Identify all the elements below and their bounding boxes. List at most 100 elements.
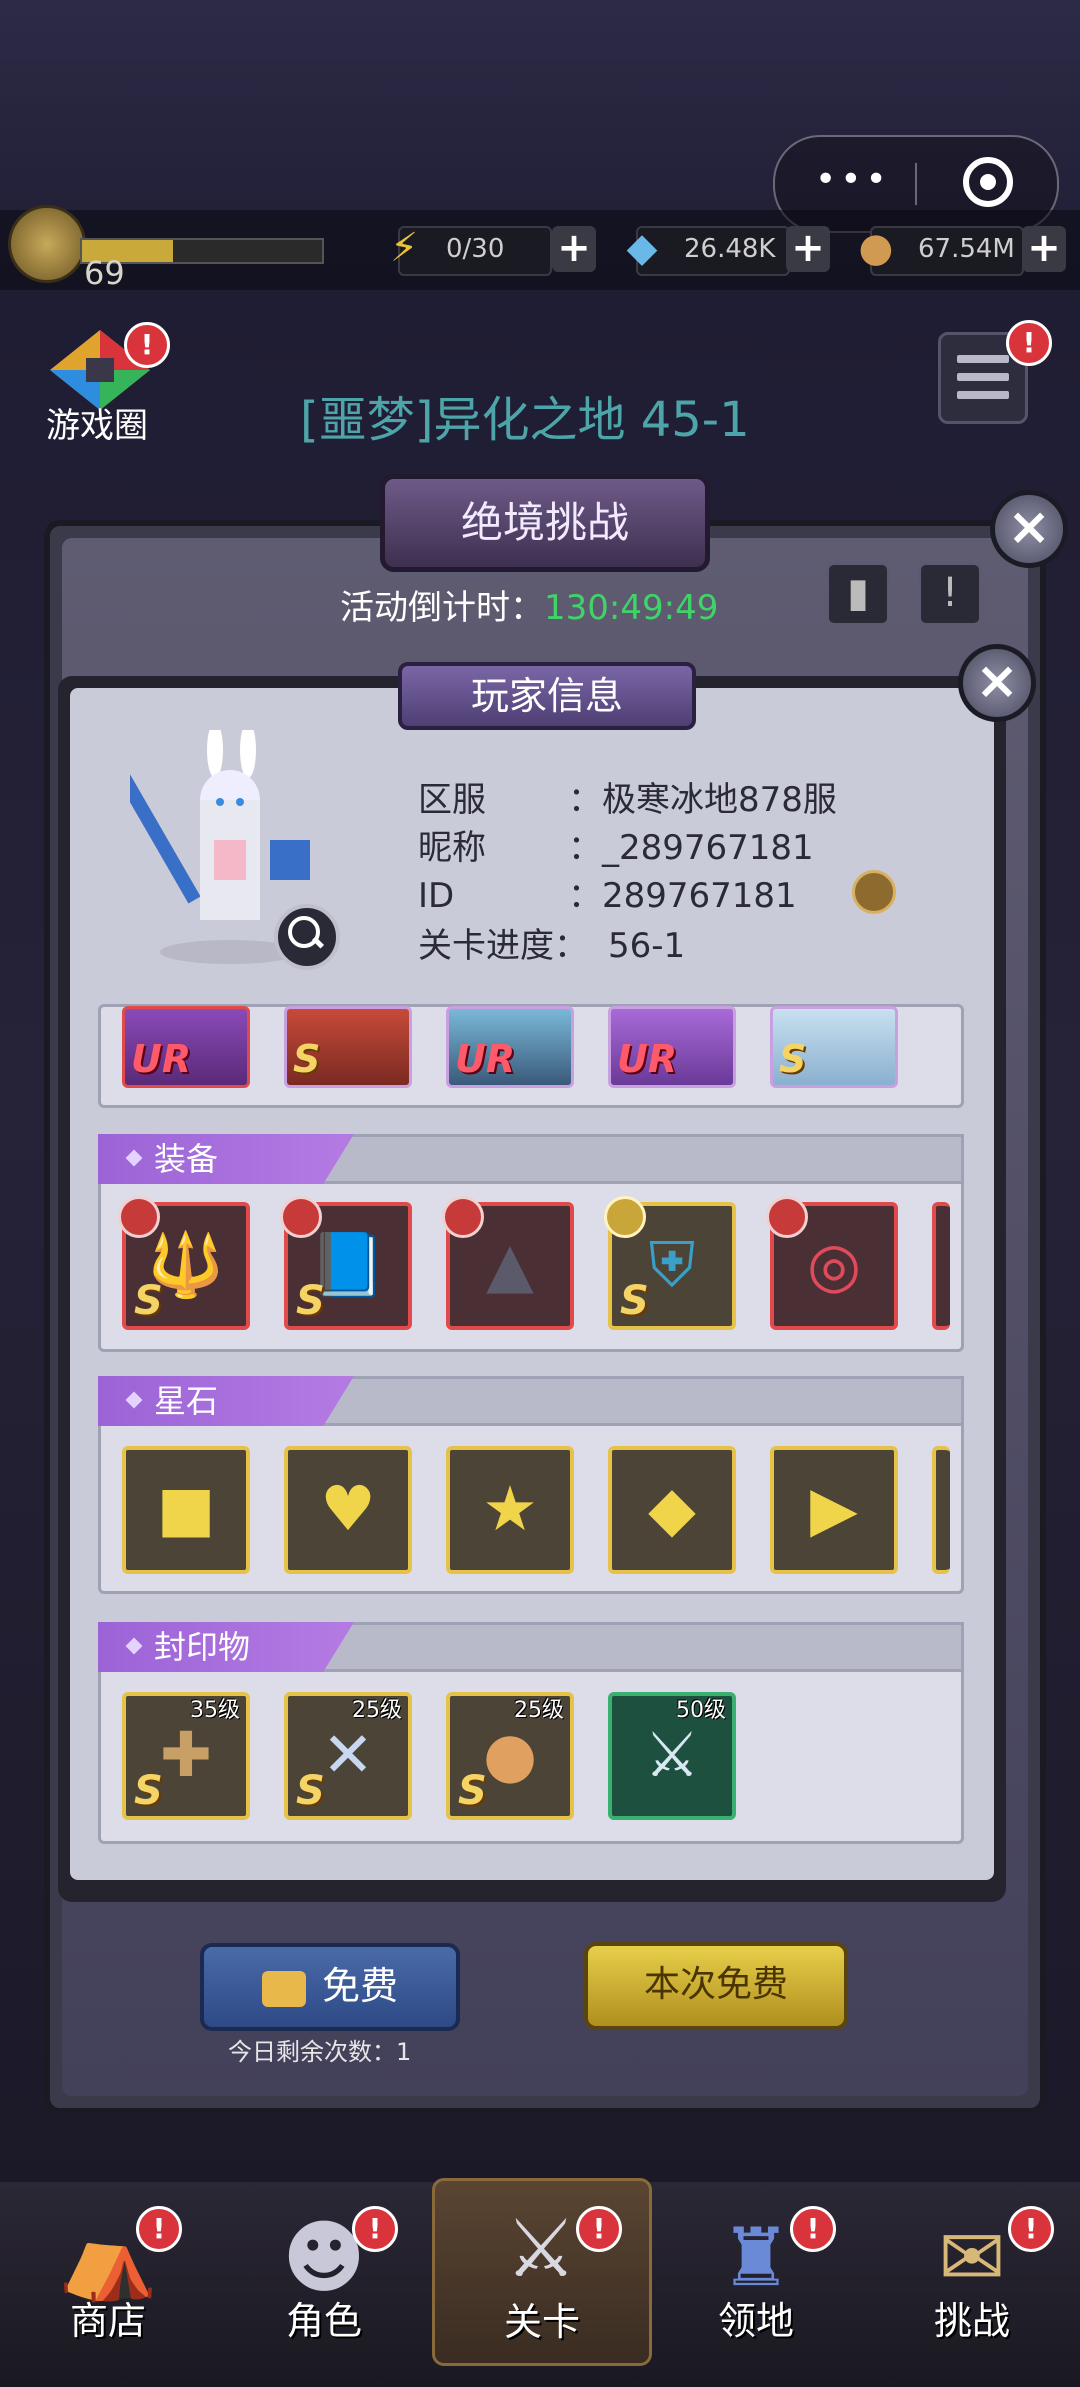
seal-slot[interactable]: ✕ 25级 S [284, 1692, 412, 1820]
ranking-button[interactable]: ▮ [826, 562, 890, 626]
add-coin-button[interactable]: + [1022, 226, 1066, 272]
seal-rank: S [458, 1768, 487, 1814]
add-diamond-button[interactable]: + [786, 226, 830, 272]
hero-rank: S [293, 1037, 321, 1081]
star-stone-slot[interactable]: ♥ [284, 1446, 412, 1574]
diamond-gem-icon: ◆ [648, 1472, 696, 1545]
seal-level: 35级 [190, 1698, 240, 1723]
equipment-rank: S [296, 1278, 325, 1324]
hero-slot[interactable]: S [770, 1006, 898, 1088]
star-gem-icon: ★ [482, 1472, 538, 1545]
info-row-progress: 关卡进度： 56-1 [418, 918, 685, 967]
hero-rank: S [779, 1037, 807, 1081]
hero-slot[interactable]: UR [122, 1006, 250, 1088]
capsule-divider [915, 163, 917, 205]
diamond-value: 26.48K [684, 234, 776, 264]
triangle-gem-icon: ▶ [810, 1472, 858, 1545]
square-gem-icon: ■ [156, 1472, 216, 1545]
stage-title: [噩梦]异化之地 45-1 [300, 392, 750, 448]
coin-value: 67.54M [918, 234, 1015, 264]
equipment-slot-armor[interactable]: ⛨ S [604, 1196, 736, 1330]
star-stone-slot[interactable]: ◆ [608, 1446, 736, 1574]
view-avatar-button[interactable] [274, 904, 340, 970]
more-menu-icon[interactable]: ••• [815, 159, 891, 200]
game-circle-label: 游戏圈 [46, 406, 148, 446]
shop-badge: ! [136, 2206, 182, 2252]
exclamation-icon: ! [941, 570, 959, 616]
wizard-hat-icon: ▲ [486, 1228, 534, 1301]
lightning-icon: ⚡ [389, 225, 419, 271]
copy-id-icon[interactable] [852, 870, 896, 914]
player-level-emblem-icon[interactable] [8, 205, 86, 283]
nav-stage[interactable]: ⚔ 关卡 [432, 2178, 652, 2366]
coin-icon: ● [858, 225, 894, 271]
this-free-button[interactable]: 本次免费 [584, 1942, 848, 2030]
star-stone-slot[interactable]: ▶ [770, 1446, 898, 1574]
seal-level: 50级 [676, 1698, 726, 1723]
nav-challenge-label: 挑战 [933, 2299, 1010, 2343]
ring-icon: ◎ [806, 1228, 862, 1301]
star-stone-tag: 星石 [98, 1376, 354, 1426]
star-stone-slot[interactable]: ★ [446, 1446, 574, 1574]
player-info-close-button[interactable]: × [958, 644, 1036, 722]
equipment-slot-hat[interactable]: ▲ [442, 1196, 574, 1330]
challenge-close-button[interactable]: × [990, 490, 1068, 568]
countdown-value: 130:49:49 [544, 588, 719, 628]
territory-badge: ! [790, 2206, 836, 2252]
nickname-label: 昵称 [418, 828, 486, 868]
star-stone-slot[interactable]: ■ [122, 1446, 250, 1574]
heart-gem-icon: ♥ [320, 1472, 376, 1545]
add-energy-button[interactable]: + [552, 226, 596, 272]
server-label: 区服 [418, 780, 486, 820]
equipment-slot-book[interactable]: 📘 S [280, 1196, 412, 1330]
challenge-title: 绝境挑战 [380, 474, 710, 572]
player-info-title: 玩家信息 [398, 662, 696, 730]
stage-badge: ! [576, 2206, 622, 2252]
nickname-value: ：_289767181 [568, 828, 814, 868]
equipment-rank: S [134, 1278, 163, 1324]
close-miniprogram-icon[interactable] [963, 157, 1013, 207]
progress-label: 关卡进度： [418, 926, 588, 966]
seal-slot[interactable]: ✚ 35级 S [122, 1692, 250, 1820]
id-value: ：289767181 [568, 876, 797, 916]
free-button[interactable]: 免费 [200, 1943, 460, 2031]
equipment-slot-ring[interactable]: ◎ [766, 1196, 898, 1330]
bar-chart-icon: ▮ [846, 570, 869, 616]
hero-rank: UR [131, 1037, 192, 1081]
hero-rank: UR [455, 1037, 516, 1081]
info-row-id: ID ：289767181 [418, 868, 797, 917]
game-circle-badge: ! [124, 322, 170, 368]
hero-slot[interactable]: UR [446, 1006, 574, 1088]
event-countdown: 活动倒计时：130:49:49 [340, 580, 718, 629]
hero-slot[interactable]: S [284, 1006, 412, 1088]
hero-rank: UR [617, 1037, 678, 1081]
nav-character-label: 角色 [285, 2299, 362, 2343]
info-button[interactable]: ! [918, 562, 982, 626]
free-label: 免费 [321, 1964, 398, 2008]
seal-level: 25级 [352, 1698, 402, 1723]
seal-slot[interactable]: ⚔ 50级 [608, 1692, 736, 1820]
sword-icon: ⚔ [644, 1718, 700, 1791]
hero-slot[interactable]: UR [608, 1006, 736, 1088]
seal-rank: S [134, 1768, 163, 1814]
server-value: ：极寒冰地878服 [568, 780, 837, 820]
nav-shop-label: 商店 [69, 2299, 146, 2343]
remaining-count: 今日剩余次数：1 [228, 2038, 412, 2066]
challenge-badge: ! [1008, 2206, 1054, 2252]
equipment-rank: S [620, 1278, 649, 1324]
equipment-slot-partial[interactable] [932, 1202, 950, 1330]
info-row-server: 区服 ：极寒冰地878服 [418, 772, 837, 821]
player-level: 69 [84, 254, 125, 292]
seal-slot[interactable]: ● 25级 S [446, 1692, 574, 1820]
countdown-label: 活动倒计时： [340, 588, 544, 628]
energy-counter: ⚡ 0/30 [390, 225, 552, 276]
coin-counter: ● 67.54M [859, 225, 1024, 276]
diamond-icon: ◆ [626, 225, 658, 271]
energy-value: 0/30 [446, 234, 505, 264]
nav-territory-label: 领地 [717, 2299, 794, 2343]
equipment-slot-weapon[interactable]: 🔱 S [118, 1196, 250, 1330]
character-badge: ! [352, 2206, 398, 2252]
tv-icon [261, 1970, 306, 2007]
seal-tag: 封印物 [98, 1622, 354, 1672]
star-stone-slot-partial[interactable] [932, 1446, 950, 1574]
